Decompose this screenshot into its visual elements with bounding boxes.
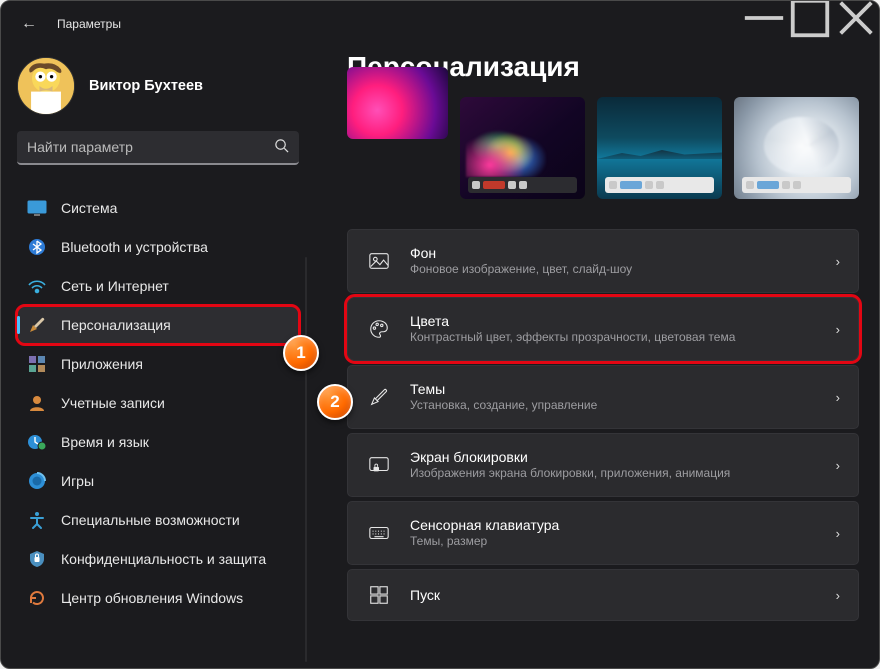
chevron-right-icon: ›	[836, 458, 840, 473]
theme-previews	[347, 97, 859, 199]
theme-preview[interactable]	[734, 97, 859, 199]
sidebar-item-personalization[interactable]: Персонализация	[17, 306, 299, 344]
sidebar-item-network[interactable]: Сеть и Интернет	[17, 267, 299, 305]
card-subtitle: Установка, создание, управление	[410, 398, 836, 414]
card-title: Темы	[410, 380, 836, 398]
main-content: Персонализация Фон Фоновое изображение, …	[311, 47, 879, 669]
card-subtitle: Фоновое изображение, цвет, слайд-шоу	[410, 262, 836, 278]
display-icon	[27, 198, 47, 218]
sidebar-item-label: Специальные возможности	[61, 512, 240, 528]
sidebar-item-label: Bluetooth и устройства	[61, 239, 208, 255]
search-box[interactable]	[17, 131, 299, 165]
sidebar-item-label: Игры	[61, 473, 94, 489]
sidebar: Виктор Бухтеев Система Bluetooth и устро…	[1, 47, 311, 669]
theme-preview[interactable]	[597, 97, 722, 199]
start-icon	[366, 582, 392, 608]
bluetooth-icon	[27, 237, 47, 257]
user-name: Виктор Бухтеев	[89, 77, 203, 95]
card-themes[interactable]: Темы Установка, создание, управление ›	[347, 365, 859, 429]
card-title: Фон	[410, 244, 836, 262]
card-background[interactable]: Фон Фоновое изображение, цвет, слайд-шоу…	[347, 229, 859, 293]
palette-icon	[366, 316, 392, 342]
sidebar-item-time-language[interactable]: Время и язык	[17, 423, 299, 461]
shield-icon	[27, 549, 47, 569]
annotation-bubble-2: 2	[317, 384, 353, 420]
card-lockscreen[interactable]: Экран блокировки Изображения экрана блок…	[347, 433, 859, 497]
picture-icon	[366, 248, 392, 274]
chevron-right-icon: ›	[836, 390, 840, 405]
card-title: Сенсорная клавиатура	[410, 516, 836, 534]
lockscreen-icon	[366, 452, 392, 478]
sidebar-item-label: Центр обновления Windows	[61, 590, 243, 606]
sidebar-item-label: Сеть и Интернет	[61, 278, 169, 294]
sidebar-item-label: Приложения	[61, 356, 143, 372]
card-start[interactable]: Пуск ›	[347, 569, 859, 621]
window-controls	[741, 1, 879, 35]
chevron-right-icon: ›	[836, 322, 840, 337]
annotation-bubble-1: 1	[283, 335, 319, 371]
theme-preview[interactable]	[460, 97, 585, 199]
card-title: Цвета	[410, 312, 836, 330]
chevron-right-icon: ›	[836, 588, 840, 603]
user-icon	[27, 393, 47, 413]
sidebar-item-bluetooth[interactable]: Bluetooth и устройства	[17, 228, 299, 266]
wifi-icon	[27, 276, 47, 296]
chevron-right-icon: ›	[836, 254, 840, 269]
gamepad-icon	[27, 471, 47, 491]
sidebar-item-label: Конфиденциальность и защита	[61, 551, 266, 567]
sidebar-item-system[interactable]: Система	[17, 189, 299, 227]
theme-preview[interactable]	[347, 67, 448, 139]
sidebar-item-label: Персонализация	[61, 317, 171, 333]
card-subtitle: Изображения экрана блокировки, приложени…	[410, 466, 836, 482]
card-title: Пуск	[410, 586, 836, 604]
card-title: Экран блокировки	[410, 448, 836, 466]
sidebar-item-accounts[interactable]: Учетные записи	[17, 384, 299, 422]
sidebar-item-windows-update[interactable]: Центр обновления Windows	[17, 579, 299, 617]
close-button[interactable]	[833, 1, 879, 35]
search-icon	[274, 138, 289, 156]
paintbrush-icon	[27, 315, 47, 335]
card-subtitle: Контрастный цвет, эффекты прозрачности, …	[410, 330, 836, 346]
brush-icon	[366, 384, 392, 410]
maximize-button[interactable]	[787, 1, 833, 35]
sidebar-item-label: Учетные записи	[61, 395, 165, 411]
sidebar-item-label: Время и язык	[61, 434, 149, 450]
sidebar-item-accessibility[interactable]: Специальные возможности	[17, 501, 299, 539]
avatar	[17, 57, 75, 115]
apps-icon	[27, 354, 47, 374]
sidebar-scrollbar[interactable]	[305, 257, 307, 662]
clock-globe-icon	[27, 432, 47, 452]
update-icon	[27, 588, 47, 608]
minimize-button[interactable]	[741, 1, 787, 35]
sidebar-item-apps[interactable]: Приложения	[17, 345, 299, 383]
keyboard-icon	[366, 520, 392, 546]
card-touch-keyboard[interactable]: Сенсорная клавиатура Темы, размер ›	[347, 501, 859, 565]
accessibility-icon	[27, 510, 47, 530]
sidebar-item-privacy[interactable]: Конфиденциальность и защита	[17, 540, 299, 578]
card-colors[interactable]: Цвета Контрастный цвет, эффекты прозрачн…	[347, 297, 859, 361]
sidebar-item-label: Система	[61, 200, 117, 216]
sidebar-item-gaming[interactable]: Игры	[17, 462, 299, 500]
search-input[interactable]	[27, 139, 274, 155]
settings-window: ← Параметры Виктор Бухтеев	[0, 0, 880, 669]
window-title: Параметры	[49, 17, 121, 31]
chevron-right-icon: ›	[836, 526, 840, 541]
card-subtitle: Темы, размер	[410, 534, 836, 550]
user-block[interactable]: Виктор Бухтеев	[17, 47, 299, 125]
nav-list: Система Bluetooth и устройства Сеть и Ин…	[17, 189, 299, 617]
back-button[interactable]: ←	[9, 9, 49, 39]
